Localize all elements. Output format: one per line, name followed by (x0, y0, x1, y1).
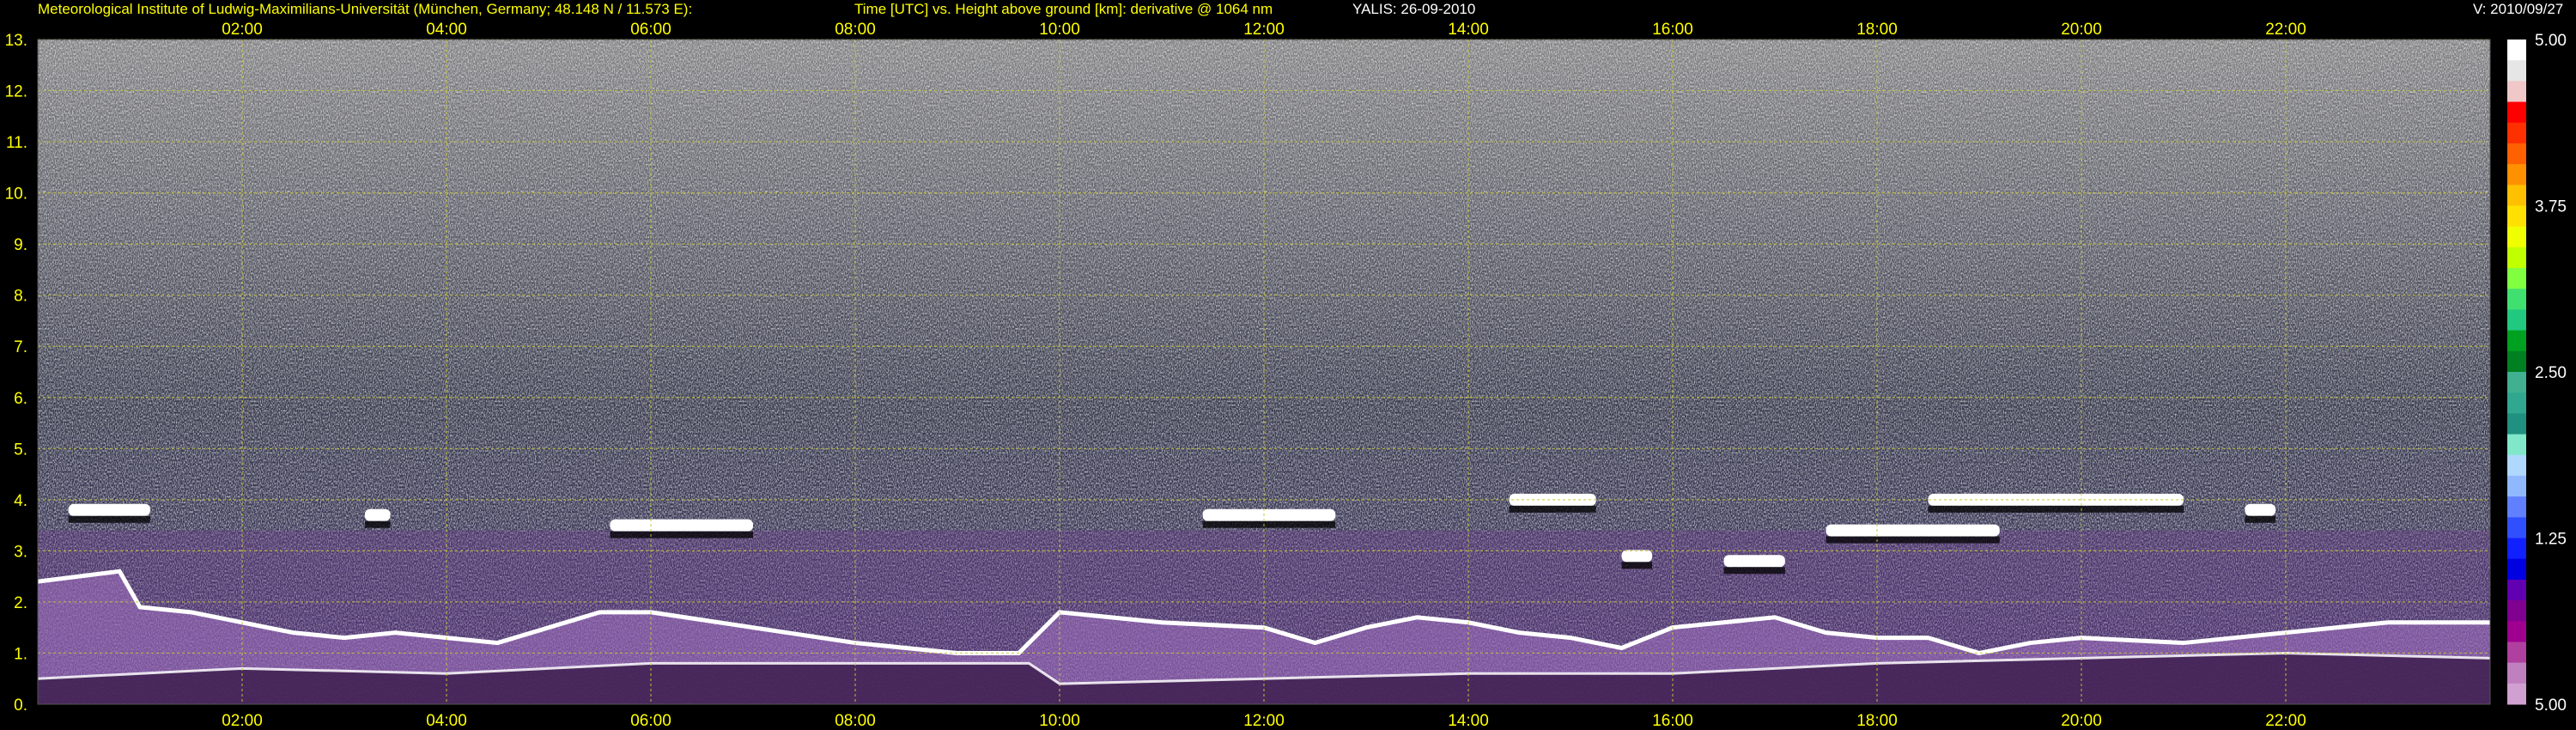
colorbar: 5.00 3.75 2.50 1.25 5.00 (2507, 32, 2567, 715)
x-tick-label-bottom: 16:00 (1652, 712, 1693, 730)
x-tick-label-bottom: 06:00 (630, 712, 671, 730)
chart-title: Time [UTC] vs. Height above ground [km]:… (854, 1, 1273, 17)
colorbar-segment (2507, 350, 2526, 373)
x-tick-label-top: 12:00 (1243, 21, 1285, 39)
x-tick-label-top: 02:00 (222, 21, 263, 39)
colorbar-segment (2507, 621, 2526, 642)
colorbar-segment (2507, 413, 2526, 435)
colorbar-segment (2507, 392, 2526, 414)
colorbar-segment (2507, 579, 2526, 601)
colorbar-segment (2507, 330, 2526, 352)
y-tick-label: 9. (14, 236, 27, 254)
colorbar-segment (2507, 558, 2526, 581)
colorbar-segment (2507, 517, 2526, 538)
colorbar-segment (2507, 475, 2526, 497)
header-institute: Meteorological Institute of Ludwig-Maxim… (38, 1, 693, 17)
x-tick-label-top: 20:00 (2061, 21, 2102, 39)
header-station: YALIS: 26-09-2010 (1352, 1, 1476, 17)
x-tick-label-top: 18:00 (1856, 21, 1898, 39)
cloud-layer (1202, 508, 1336, 521)
y-tick-label: 4. (14, 492, 27, 510)
colorbar-segment (2507, 642, 2526, 664)
x-tick-label-bottom: 22:00 (2265, 712, 2306, 730)
x-tick-label-bottom: 12:00 (1243, 712, 1285, 730)
colorbar-segment (2507, 496, 2526, 518)
colorbar-segment (2507, 289, 2526, 310)
cloud-layer (1826, 524, 2000, 537)
x-tick-label-bottom: 14:00 (1448, 712, 1489, 730)
y-tick-label: 2. (14, 594, 27, 612)
colorbar-segment (2507, 600, 2526, 622)
colorbar-tick-label: 1.25 (2535, 531, 2567, 549)
x-tick-label-top: 08:00 (835, 21, 876, 39)
cloud-layer (2245, 503, 2276, 516)
x-tick-label-bottom: 20:00 (2061, 712, 2102, 730)
cloud-shadow (68, 515, 150, 523)
colorbar-segment (2507, 683, 2526, 705)
lidar-backscatter-chart: 02:00 02:00 04:00 04:00 06:00 06:00 08:00 08:00… (5, 21, 2567, 730)
cloud-layer (364, 508, 391, 521)
x-tick-label-top: 16:00 (1652, 21, 1693, 39)
colorbar-segment (2507, 268, 2526, 289)
cloud-layer (1621, 550, 1653, 563)
x-tick-label-top: 14:00 (1448, 21, 1489, 39)
colorbar-segment (2507, 372, 2526, 393)
cloud-layer (68, 503, 150, 516)
colorbar-tick-label: 5.00 (2535, 32, 2567, 50)
cloud-shadow (2245, 515, 2276, 523)
colorbar-tick-label: 3.75 (2535, 198, 2567, 216)
y-tick-label: 5. (14, 441, 27, 459)
colorbar-segment (2507, 226, 2526, 248)
x-tick-label-top: 06:00 (630, 21, 671, 39)
y-tick-label: 7. (14, 338, 27, 356)
x-tick-label-bottom: 18:00 (1856, 712, 1898, 730)
cloud-shadow (1202, 520, 1336, 528)
colorbar-segment (2507, 246, 2526, 269)
colorbar-segment (2507, 122, 2526, 144)
colorbar-segment (2507, 164, 2526, 186)
cloud-shadow (610, 531, 753, 538)
y-tick-label: 1. (14, 645, 27, 663)
colorbar-segment (2507, 309, 2526, 332)
colorbar-segment (2507, 185, 2526, 206)
x-tick-label-bottom: 08:00 (835, 712, 876, 730)
cloud-layer (610, 519, 753, 532)
colorbar-segment (2507, 143, 2526, 165)
cloud-shadow (1928, 505, 2184, 513)
y-tick-label: 10. (5, 186, 27, 204)
colorbar-segment (2507, 101, 2526, 124)
colorbar-tick-label: 2.50 (2535, 364, 2567, 382)
y-tick-label: 11. (6, 134, 27, 152)
y-tick-label: 3. (14, 543, 27, 561)
colorbar-segment (2507, 454, 2526, 477)
cloud-shadow (1826, 536, 2000, 544)
y-tick-label: 12. (5, 83, 27, 101)
y-tick-label: 0. (14, 697, 27, 715)
colorbar-segment (2507, 40, 2526, 61)
colorbar-segment (2507, 81, 2526, 103)
cloud-shadow (1621, 562, 1653, 569)
colorbar-segment (2507, 205, 2526, 228)
colorbar-segment (2507, 538, 2526, 560)
colorbar-segment (2507, 662, 2526, 684)
cloud-shadow (1509, 505, 1596, 513)
cloud-shadow (364, 520, 391, 528)
colorbar-tick-label: 5.00 (2535, 697, 2567, 715)
colorbar-segment (2507, 434, 2526, 456)
x-tick-label-top: 10:00 (1039, 21, 1080, 39)
y-tick-label: 6. (14, 390, 27, 408)
header-version: V: 2010/09/27 (2473, 1, 2564, 17)
x-tick-label-bottom: 10:00 (1039, 712, 1080, 730)
y-tick-label: 13. (5, 32, 27, 50)
y-tick-label: 8. (14, 288, 27, 306)
colorbar-segment (2507, 60, 2526, 82)
x-tick-label-bottom: 04:00 (426, 712, 467, 730)
cloud-shadow (1723, 567, 1785, 575)
x-tick-label-top: 22:00 (2265, 21, 2306, 39)
cloud-layer (1723, 555, 1785, 568)
x-tick-label-bottom: 02:00 (222, 712, 263, 730)
x-tick-label-top: 04:00 (426, 21, 467, 39)
